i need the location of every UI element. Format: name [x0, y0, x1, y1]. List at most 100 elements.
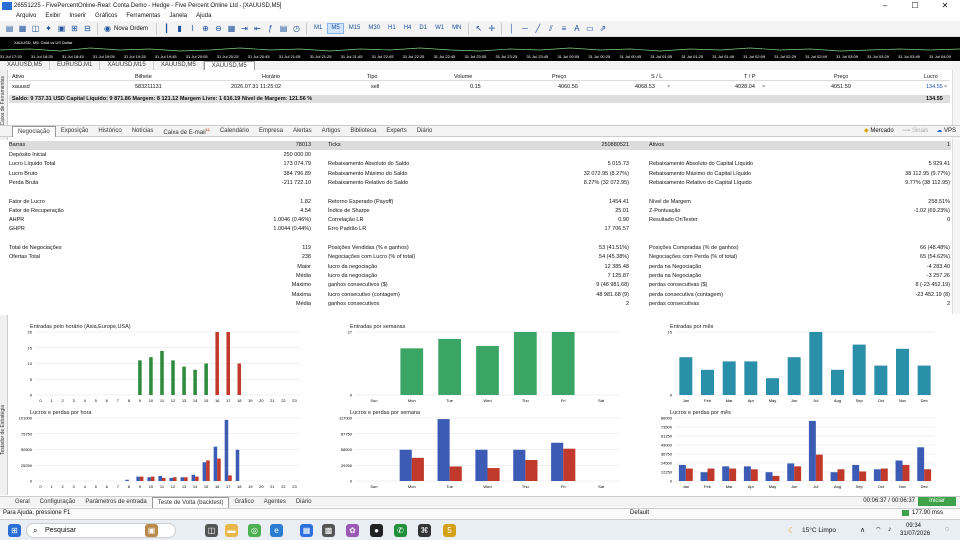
tab-backtest[interactable]: Teste de Volta (backtest)	[151, 496, 230, 508]
notifications-icon[interactable]: ◌	[945, 526, 949, 533]
timeframe-h1[interactable]: H1	[385, 23, 399, 34]
auto-scroll-icon[interactable]: ⇥	[239, 23, 250, 34]
menu-file[interactable]: Arquivo	[16, 13, 36, 19]
horizontal-line-icon[interactable]: ─	[519, 23, 530, 34]
candles-icon[interactable]: ▮	[174, 23, 185, 34]
new-chart-icon[interactable]: ▤	[4, 23, 15, 34]
tray-chevron-icon[interactable]: ∧	[860, 526, 865, 534]
new-order-button[interactable]: Nova Ordem	[114, 26, 148, 32]
stats-scrollbar[interactable]	[952, 139, 960, 314]
crosshair-icon[interactable]: ✛	[486, 23, 497, 34]
timeframe-m1[interactable]: M1	[311, 23, 325, 34]
autotrading-icon[interactable]: ◉	[102, 23, 113, 34]
cursor-icon[interactable]: ↖	[473, 23, 484, 34]
metatrader-icon[interactable]: 5	[443, 524, 456, 537]
menu-tools[interactable]: Ferramentas	[126, 13, 160, 19]
timeframe-m15[interactable]: M15	[346, 23, 364, 34]
tab-exposure[interactable]: Exposição	[56, 126, 94, 136]
chart-tab-active[interactable]: XAUUSD,M5	[203, 61, 255, 70]
col-time[interactable]: Horário	[262, 73, 280, 81]
bar-chart-icon[interactable]: ┃	[161, 23, 172, 34]
widgets-icon[interactable]: ▣	[145, 524, 158, 537]
col-type[interactable]: Tipo	[367, 73, 378, 81]
app-icon-4[interactable]: ⌘	[418, 524, 431, 537]
col-price[interactable]: Preço	[552, 73, 566, 81]
file-explorer-icon[interactable]: ▬	[225, 524, 238, 537]
app-icon-1[interactable]: ▩	[322, 524, 335, 537]
tab-journal[interactable]: Diário	[412, 126, 438, 136]
fibonacci-icon[interactable]: ≡	[558, 23, 569, 34]
text-tool-icon[interactable]: A	[571, 23, 582, 34]
tab-experts[interactable]: Experts	[381, 126, 411, 136]
task-view-icon[interactable]: ◫	[205, 524, 218, 537]
tab-inputs[interactable]: Parâmetros de entrada	[80, 497, 151, 507]
trade-tp[interactable]: 4028.04	[735, 83, 755, 91]
edge-icon[interactable]: e	[270, 524, 283, 537]
tab-history[interactable]: Histórico	[93, 126, 126, 136]
navigator-icon[interactable]: ✦	[43, 23, 54, 34]
tab-agents[interactable]: Agentes	[259, 497, 291, 507]
indicators-icon[interactable]: ƒ	[265, 23, 276, 34]
maximize-button[interactable]: ☐	[900, 0, 930, 11]
col-ticket[interactable]: Bilhete	[135, 73, 152, 81]
timeframe-d1[interactable]: D1	[416, 23, 430, 34]
timeframe-h4[interactable]: H4	[401, 23, 415, 34]
menu-window[interactable]: Janela	[169, 13, 187, 19]
start-button[interactable]: Iniciar	[918, 497, 956, 506]
chart-shift-icon[interactable]: ⇤	[252, 23, 263, 34]
vps-link[interactable]: ☁ VPS	[936, 127, 956, 134]
whatsapp-icon[interactable]: ✆	[394, 524, 407, 537]
chart-tab[interactable]: XAUUSD,M5	[0, 61, 51, 70]
terminal-icon[interactable]: ⊞	[69, 23, 80, 34]
menu-view[interactable]: Exibir	[45, 13, 60, 19]
windows-start-icon[interactable]: ⊞	[8, 524, 21, 537]
templates-icon[interactable]: ▤	[278, 23, 289, 34]
tab-trade[interactable]: Negociação	[12, 125, 56, 137]
clock-time[interactable]: 09:34	[906, 523, 921, 529]
sl-remove-icon[interactable]: ×	[667, 83, 670, 91]
tester-icon[interactable]: ⊟	[82, 23, 93, 34]
col-tp[interactable]: T / P	[744, 73, 756, 81]
close-position-icon[interactable]: ×	[944, 83, 947, 91]
trade-sl[interactable]: 4068.53	[635, 83, 655, 91]
chart-tab[interactable]: XAUUSD,M15	[100, 61, 154, 70]
menu-charts[interactable]: Gráficos	[95, 13, 117, 19]
timeframe-m5[interactable]: M5	[327, 23, 344, 34]
clock-date[interactable]: 31/07/2026	[900, 531, 930, 537]
volume-icon[interactable]: ♪	[888, 526, 892, 533]
timeframe-mn[interactable]: MN	[449, 23, 464, 34]
chrome-icon[interactable]: ◎	[248, 524, 261, 537]
col-sl[interactable]: S / L	[651, 73, 662, 81]
col-volume[interactable]: Volume	[454, 73, 472, 81]
vertical-line-icon[interactable]: │	[506, 23, 517, 34]
trendline-icon[interactable]: ╱	[532, 23, 543, 34]
arrow-tool-icon[interactable]: ⇗	[597, 23, 608, 34]
close-button[interactable]: ✕	[930, 0, 960, 11]
zoom-out-icon[interactable]: ⊖	[213, 23, 224, 34]
minimize-button[interactable]: –	[870, 0, 900, 11]
col-symbol[interactable]: Ativo	[12, 73, 24, 81]
market-watch-icon[interactable]: ◫	[30, 23, 41, 34]
network-icon[interactable]: ⌔	[875, 526, 882, 535]
tab-general[interactable]: Geral	[10, 497, 35, 507]
tab-calendar[interactable]: Calendário	[215, 126, 254, 136]
channel-icon[interactable]: ⫽	[545, 23, 556, 34]
tp-remove-icon[interactable]: ×	[762, 83, 765, 91]
tab-alerts[interactable]: Alertas	[288, 126, 317, 136]
app-icon-3[interactable]: ●	[370, 524, 383, 537]
menu-insert[interactable]: Inserir	[69, 13, 86, 19]
periods-icon[interactable]: ◷	[291, 23, 302, 34]
data-window-icon[interactable]: ▣	[56, 23, 67, 34]
zoom-in-icon[interactable]: ⊕	[200, 23, 211, 34]
tab-graph[interactable]: Gráfico	[229, 497, 258, 507]
store-icon[interactable]: ▦	[300, 524, 313, 537]
market-link[interactable]: ◆ Mercado	[864, 127, 894, 134]
col-profit[interactable]: Lucro	[924, 73, 938, 81]
line-chart-icon[interactable]: ⌇	[187, 23, 198, 34]
timeframe-w1[interactable]: W1	[432, 23, 447, 34]
tab-settings[interactable]: Configuração	[35, 497, 81, 507]
tab-articles[interactable]: Artigos	[317, 126, 346, 136]
tab-mailbox[interactable]: Caixa de E-mail11	[158, 125, 215, 138]
chart-tab[interactable]: EURUSD,M1	[50, 61, 101, 70]
tab-news[interactable]: Notícias	[127, 126, 159, 136]
